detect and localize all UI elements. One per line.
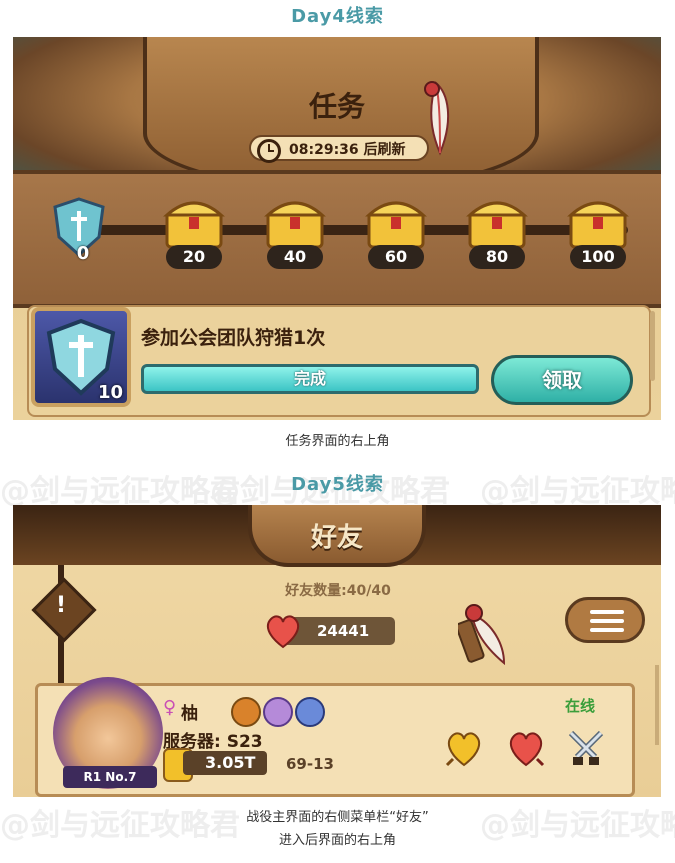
faction-icon (295, 697, 325, 727)
scrollbar[interactable] (650, 311, 655, 381)
claim-button[interactable]: 领取 (491, 355, 633, 405)
online-status: 在线 (565, 697, 596, 715)
friend-count: 好友数量:40/40 (285, 583, 391, 599)
task-level: 10 (97, 382, 123, 403)
menu-icon (590, 619, 624, 623)
faction-icon (263, 697, 293, 727)
chest-icon[interactable] (161, 191, 227, 251)
refresh-timer: 08:29:36 后刷新 (249, 135, 429, 163)
female-icon: ♀ (163, 697, 177, 718)
task-title: 参加公会团队狩猎1次 (141, 327, 326, 349)
day4-caption: 任务界面的右上角 (285, 434, 390, 449)
scrollbar[interactable] (655, 665, 659, 745)
heart-icon (266, 615, 300, 649)
progress-band (13, 170, 661, 308)
rank-badge: R1 No.7 (63, 766, 157, 788)
milestone-label: 100 (570, 245, 626, 269)
send-heart-icon[interactable] (443, 727, 485, 769)
chest-icon[interactable] (464, 191, 530, 251)
milestone-label: 40 (267, 245, 323, 269)
day5-caption-line2: 进入后界面的右上角 (278, 833, 396, 848)
menu-icon (590, 610, 624, 614)
power-value: 3.05T (183, 751, 267, 775)
clock-icon (257, 139, 281, 163)
page-title: 好友 (310, 523, 363, 553)
faction-icon (231, 697, 261, 727)
exclamation-icon: ! (55, 593, 67, 618)
page-title: 任务 (308, 90, 365, 123)
friend-name: 柚 (181, 704, 198, 724)
task-screen-screenshot: 任务 08:29:36 后刷新 0 20 40 60 80 100 10 参加公… (13, 37, 661, 420)
milestone-label: 20 (166, 245, 222, 269)
receive-heart-icon[interactable] (505, 727, 547, 769)
day4-heading: Day4线索 (291, 6, 384, 27)
day5-heading: Day5线索 (291, 474, 384, 495)
friends-screen-screenshot: 好友 好友数量:40/40 ! 24441 R1 No.7 ♀ 柚 服务器: S… (13, 505, 661, 797)
progress-value: 0 (76, 243, 90, 264)
task-shield-icon: 10 (31, 307, 131, 407)
milestone-label: 60 (368, 245, 424, 269)
chest-icon[interactable] (565, 191, 631, 251)
battle-swords-icon[interactable] (565, 727, 607, 769)
task-progress-bar: 完成 (141, 364, 479, 394)
milestone-label: 80 (469, 245, 525, 269)
timer-text: 08:29:36 后刷新 (289, 142, 406, 158)
chest-icon[interactable] (363, 191, 429, 251)
menu-button[interactable] (565, 597, 645, 643)
day5-caption-line1: 战役主界面的右侧菜单栏“好友” (246, 810, 429, 825)
menu-icon (590, 628, 624, 632)
stage-progress: 69-13 (286, 755, 334, 773)
chest-icon[interactable] (262, 191, 328, 251)
feather-quill-icon[interactable] (458, 601, 508, 667)
